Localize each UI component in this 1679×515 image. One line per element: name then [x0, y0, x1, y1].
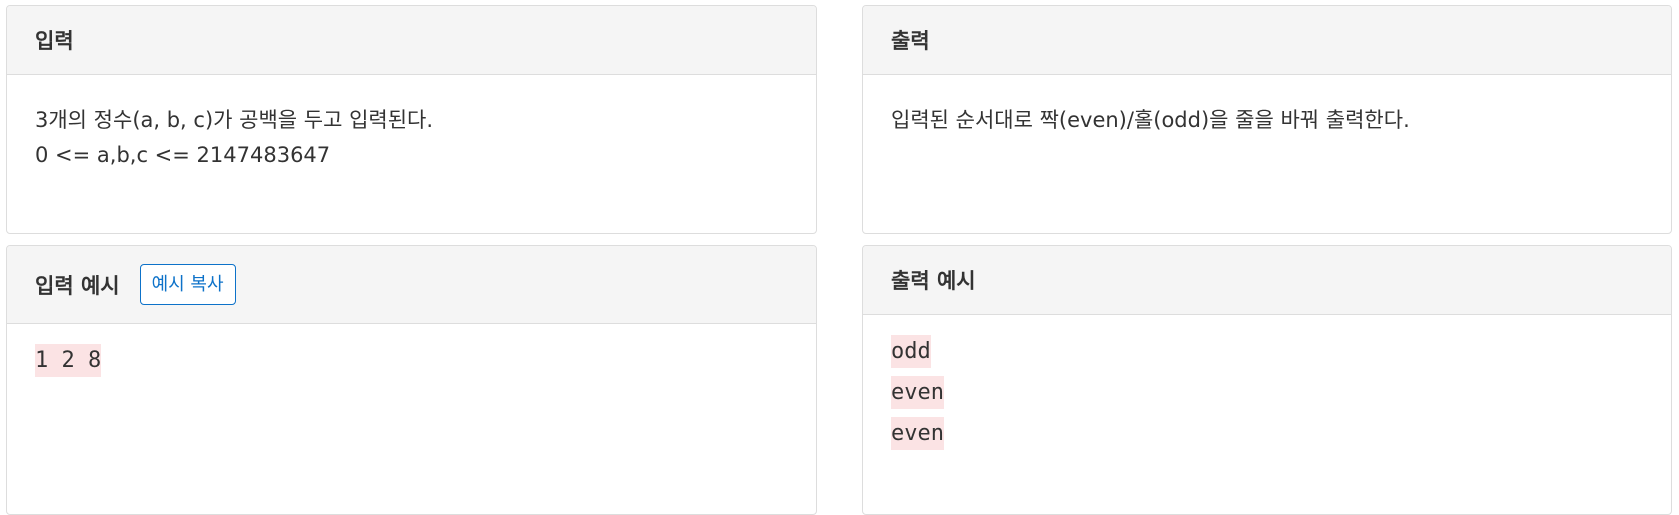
sample-output-panel: 출력 예시 odd even even: [862, 245, 1672, 515]
output-panel-title: 출력: [891, 29, 930, 53]
sample-output-line: odd: [891, 335, 931, 368]
sample-output-panel-header: 출력 예시: [863, 246, 1671, 315]
output-description-line: 입력된 순서대로 짝(even)/홀(odd)을 줄을 바꿔 출력한다.: [891, 108, 1410, 132]
input-panel-title: 입력: [35, 29, 74, 53]
output-panel-header: 출력: [863, 6, 1671, 75]
output-panel: 출력 입력된 순서대로 짝(even)/홀(odd)을 줄을 바꿔 출력한다.: [862, 5, 1672, 234]
input-description-line: 3개의 정수(a, b, c)가 공백을 두고 입력된다.: [35, 108, 434, 132]
sample-input-line: 1 2 8: [35, 344, 102, 377]
output-description: 입력된 순서대로 짝(even)/홀(odd)을 줄을 바꿔 출력한다.: [863, 75, 1671, 138]
input-panel-header: 입력: [7, 6, 816, 75]
sample-output-panel-title: 출력 예시: [891, 269, 976, 293]
sample-input-content: 1 2 8: [7, 324, 816, 377]
sample-output-content: odd even even: [863, 315, 1671, 450]
sample-output-line: even: [891, 417, 944, 450]
copy-sample-button[interactable]: 예시 복사: [139, 264, 236, 305]
input-description-line: 0 <= a,b,c <= 2147483647: [35, 143, 331, 167]
sample-input-panel-header: 입력 예시 예시 복사: [7, 246, 816, 324]
input-description: 3개의 정수(a, b, c)가 공백을 두고 입력된다. 0 <= a,b,c…: [7, 75, 816, 173]
input-panel: 입력 3개의 정수(a, b, c)가 공백을 두고 입력된다. 0 <= a,…: [6, 5, 817, 234]
sample-input-panel: 입력 예시 예시 복사 1 2 8: [6, 245, 817, 515]
sample-output-line: even: [891, 376, 944, 409]
sample-input-panel-title: 입력 예시: [35, 273, 120, 298]
